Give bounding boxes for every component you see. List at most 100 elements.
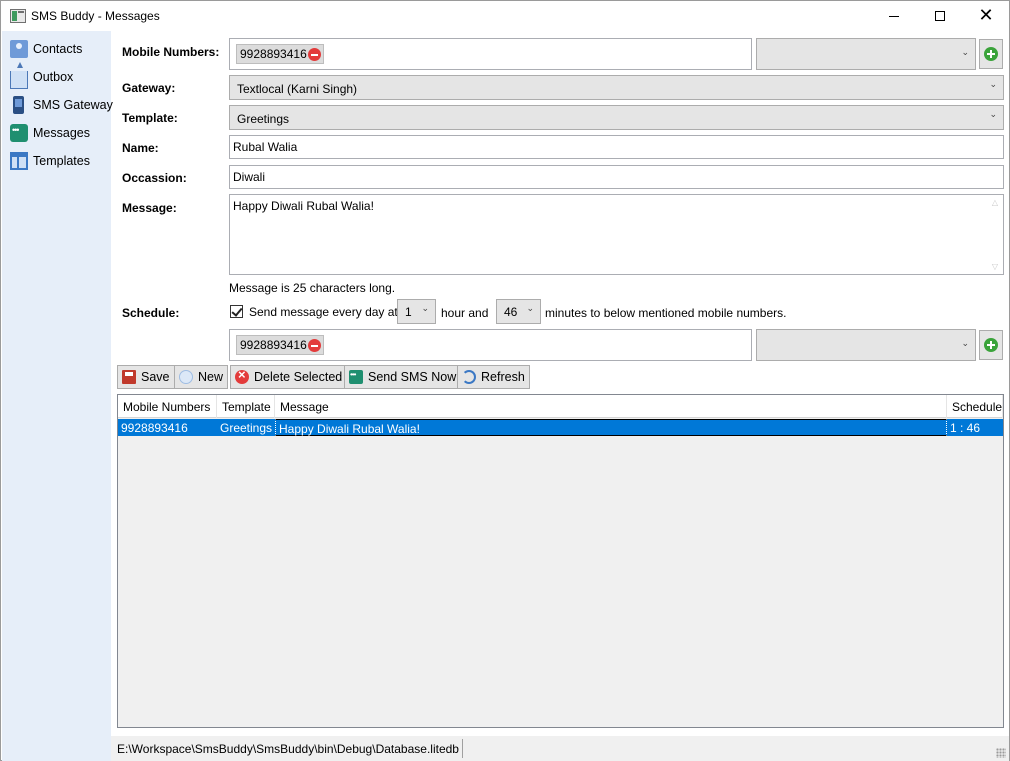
- plus-icon: [984, 47, 998, 61]
- templates-icon: [10, 152, 28, 170]
- sidebar-item-label: Messages: [33, 126, 90, 140]
- app-icon: [10, 9, 26, 23]
- chevron-down-icon: ⌄: [961, 339, 969, 349]
- save-label: Save: [141, 370, 170, 384]
- schedule-minutes-value: 46: [504, 305, 518, 319]
- sidebar-item-templates[interactable]: Templates: [10, 150, 90, 172]
- sidebar-item-label: Templates: [33, 154, 90, 168]
- grid-header: Mobile Numbers Template Message Schedule: [118, 395, 1003, 418]
- name-label: Name:: [122, 141, 159, 155]
- chevron-down-icon: ⌄: [526, 304, 534, 314]
- maximize-button[interactable]: [917, 1, 963, 31]
- refresh-button[interactable]: Refresh: [457, 365, 530, 389]
- minimize-icon: [889, 15, 899, 17]
- delete-selected-button[interactable]: Delete Selected: [230, 365, 348, 389]
- messages-icon: [10, 124, 28, 142]
- schedule-mid-text: hour and: [441, 306, 489, 320]
- template-label: Template:: [122, 111, 178, 125]
- contact-picker-dropdown[interactable]: ⌄: [756, 38, 976, 70]
- message-value: Happy Diwali Rubal Walia!: [233, 199, 374, 213]
- mobile-numbers-label: Mobile Numbers:: [122, 45, 220, 59]
- delete-label: Delete Selected: [254, 370, 343, 384]
- schedule-contact-picker-dropdown[interactable]: ⌄: [756, 329, 976, 361]
- sidebar: Contacts Outbox SMS Gateway Messages Tem…: [2, 31, 113, 761]
- sidebar-item-label: Contacts: [33, 42, 83, 56]
- gateway-icon: [13, 96, 24, 114]
- cell-template: Greetings: [220, 421, 273, 435]
- send-label: Send SMS Now: [368, 370, 457, 384]
- save-button[interactable]: Save: [117, 365, 175, 389]
- occasion-label: Occassion:: [122, 171, 187, 185]
- column-header-schedule[interactable]: Schedule: [947, 395, 1003, 418]
- sidebar-item-outbox[interactable]: Outbox: [10, 62, 74, 89]
- refresh-label: Refresh: [481, 370, 525, 384]
- maximize-icon: [935, 11, 945, 21]
- minimize-button[interactable]: [871, 1, 917, 31]
- sidebar-item-sms-gateway[interactable]: SMS Gateway: [10, 94, 113, 116]
- column-header-message[interactable]: Message: [275, 395, 947, 418]
- schedule-label: Schedule:: [122, 306, 180, 320]
- schedule-numbers-field[interactable]: 9928893416: [229, 329, 752, 361]
- message-label: Message:: [122, 201, 177, 215]
- schedule-hour-select[interactable]: 1 ⌄: [397, 299, 436, 324]
- column-header-template[interactable]: Template: [217, 395, 275, 418]
- delete-icon: [235, 367, 249, 384]
- schedule-number-chip[interactable]: 9928893416: [236, 335, 324, 355]
- name-input[interactable]: Rubal Walia: [229, 135, 1004, 159]
- sidebar-item-label: Outbox: [33, 70, 74, 84]
- chevron-down-icon: ⌄: [989, 80, 997, 90]
- template-value: Greetings: [237, 112, 290, 126]
- status-bar: E:\Workspace\SmsBuddy\SmsBuddy\bin\Debug…: [111, 736, 1009, 761]
- schedule-suffix-text: minutes to below mentioned mobile number…: [545, 306, 787, 320]
- chevron-down-icon: ⌄: [989, 110, 997, 120]
- refresh-icon: [462, 370, 476, 384]
- cell-message: Happy Diwali Rubal Walia!: [275, 419, 947, 436]
- schedule-hour-value: 1: [405, 305, 412, 319]
- schedule-checkbox[interactable]: [230, 305, 243, 318]
- occasion-input[interactable]: Diwali: [229, 165, 1004, 189]
- mobile-numbers-field[interactable]: 9928893416: [229, 38, 752, 70]
- new-button[interactable]: New: [174, 365, 229, 389]
- save-icon: [122, 370, 136, 384]
- message-textarea[interactable]: Happy Diwali Rubal Walia! △ ▽: [229, 194, 1004, 275]
- outbox-icon: [10, 62, 28, 89]
- sidebar-item-contacts[interactable]: Contacts: [10, 38, 82, 60]
- app-window: SMS Buddy - Messages ✕ Contacts Outbox S…: [0, 0, 1010, 761]
- schedule-prefix-text: Send message every day at: [249, 305, 398, 319]
- sidebar-item-label: SMS Gateway: [33, 98, 113, 112]
- table-row[interactable]: 9928893416 Greetings Happy Diwali Rubal …: [118, 419, 1003, 436]
- send-sms-now-button[interactable]: Send SMS Now: [344, 365, 462, 389]
- plus-icon: [984, 338, 998, 352]
- add-mobile-number-button[interactable]: [979, 39, 1003, 69]
- template-select[interactable]: Greetings ⌄: [229, 105, 1004, 130]
- close-button[interactable]: ✕: [963, 1, 1009, 31]
- name-value: Rubal Walia: [233, 140, 298, 154]
- cell-mobile: 9928893416: [121, 421, 188, 435]
- scroll-up-icon[interactable]: △: [992, 198, 998, 207]
- chevron-down-icon: ⌄: [421, 304, 429, 314]
- message-length-text: Message is 25 characters long.: [229, 281, 396, 295]
- gateway-select[interactable]: Textlocal (Karni Singh) ⌄: [229, 75, 1004, 100]
- remove-icon[interactable]: [307, 338, 321, 352]
- status-separator: [462, 739, 463, 758]
- remove-icon[interactable]: [307, 47, 321, 61]
- gateway-label: Gateway:: [122, 81, 176, 95]
- column-header-mobile-numbers[interactable]: Mobile Numbers: [118, 395, 217, 418]
- window-title: SMS Buddy - Messages: [31, 9, 160, 23]
- chevron-down-icon: ⌄: [961, 48, 969, 58]
- new-label: New: [198, 370, 224, 384]
- sidebar-item-messages[interactable]: Messages: [10, 122, 90, 144]
- new-icon: [179, 370, 193, 384]
- scroll-down-icon[interactable]: ▽: [992, 262, 998, 271]
- database-path: E:\Workspace\SmsBuddy\SmsBuddy\bin\Debug…: [117, 742, 459, 756]
- schedule-minutes-select[interactable]: 46 ⌄: [496, 299, 541, 324]
- chip-label: 9928893416: [240, 47, 307, 61]
- occasion-value: Diwali: [233, 170, 266, 184]
- cell-schedule: 1 : 46: [950, 421, 981, 435]
- messages-grid[interactable]: Mobile Numbers Template Message Schedule…: [117, 394, 1004, 728]
- resize-grip-icon[interactable]: [996, 748, 1006, 758]
- close-icon: ✕: [978, 5, 994, 26]
- add-schedule-number-button[interactable]: [979, 330, 1003, 360]
- mobile-number-chip[interactable]: 9928893416: [236, 44, 324, 64]
- contacts-icon: [10, 40, 28, 58]
